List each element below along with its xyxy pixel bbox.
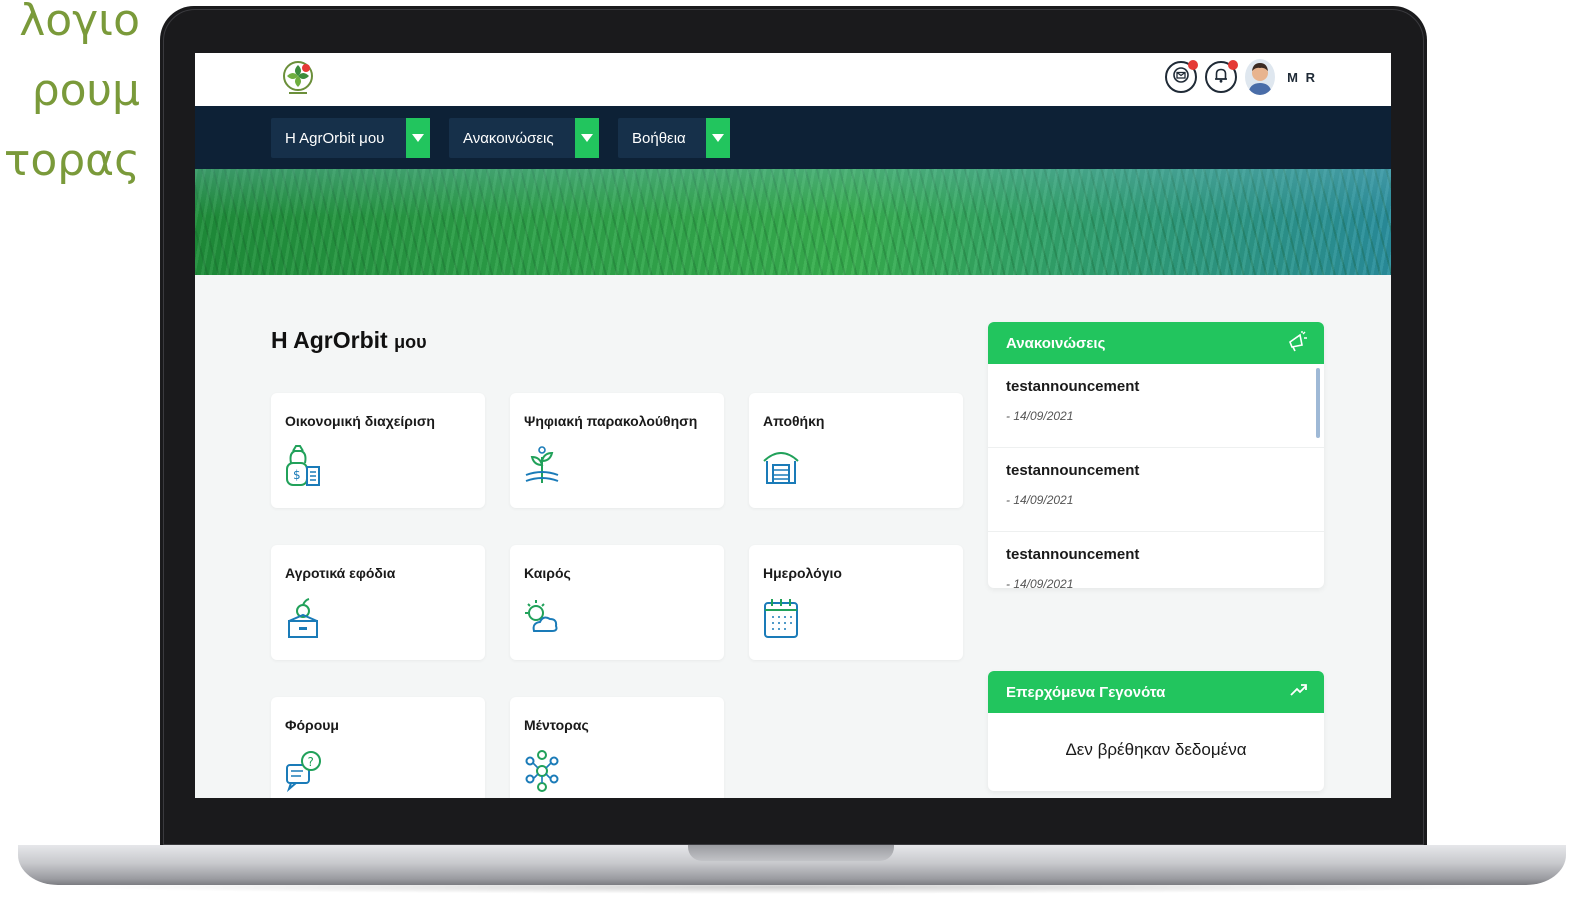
announcements-header: Ανακοινώσεις [988,322,1324,364]
notifications-badge [1228,60,1239,70]
megaphone-icon [1286,330,1308,356]
announcement-date: - 14/09/2021 [1006,493,1074,507]
tile-label: Μέντορας [524,717,589,733]
nav-help[interactable]: Βοήθεια [618,118,730,158]
user-avatar[interactable] [1245,59,1276,95]
announcement-title: testannouncement [1006,378,1140,395]
tile-label: Ημερολόγιο [763,565,842,581]
laptop-notch [688,845,894,861]
tile-calendar[interactable]: Ημερολόγιο [749,545,963,660]
user-initials[interactable]: M R [1287,70,1317,85]
weather-icon [522,595,562,641]
hero-banner [195,169,1391,275]
mail-icon [1172,66,1190,89]
tile-mentor[interactable]: Μέντορας [510,697,724,798]
tile-agricultural-supplies[interactable]: Αγροτικά εφόδια [271,545,485,660]
announcement-title: testannouncement [1006,546,1140,563]
side-text-line: λογιο [19,0,140,46]
plant-monitoring-icon [522,443,562,489]
announcement-item[interactable]: testannouncement - 14/09/2021 [988,364,1324,448]
laptop-screen: M R H AgrOrbit μου Ανακοινώσεις Βοήθεια … [195,53,1391,798]
money-bag-icon: $ [283,443,323,489]
supplies-box-icon [283,595,323,641]
announcements-scrollbar[interactable] [1316,368,1320,438]
svg-text:$: $ [293,468,301,482]
main-nav: H AgrOrbit μου Ανακοινώσεις Βοήθεια [195,106,1391,169]
tile-label: Αγροτικά εφόδια [285,565,396,581]
page-title: H AgrOrbit μου [271,327,427,354]
forum-icon: ? [283,747,323,793]
bell-icon [1212,66,1230,89]
tile-label: Ψηφιακή παρακολούθηση [524,413,698,429]
messages-badge [1188,60,1199,70]
side-text-line: ρουμ [31,65,140,116]
announcements-title[interactable]: Ανακοινώσεις [1006,335,1105,352]
chevron-down-icon [706,118,730,158]
tile-digital-monitoring[interactable]: Ψηφιακή παρακολούθηση [510,393,724,508]
tile-label: Καιρός [524,565,571,581]
chevron-down-icon [406,118,430,158]
events-header: Επερχόμενα Γεγονότα [988,671,1324,713]
top-right-tools: M R [1165,59,1317,95]
main-content: H AgrOrbit μου Οικονομική διαχείριση $ Ψ… [195,275,1391,798]
upcoming-events-panel: Επερχόμενα Γεγονότα Δεν βρέθηκαν δεδομέν… [988,671,1324,791]
tile-warehouse[interactable]: Αποθήκη [749,393,963,508]
announcement-item[interactable]: testannouncement - 14/09/2021 [988,532,1324,588]
agrorbit-logo[interactable] [281,59,315,97]
announcement-date: - 14/09/2021 [1006,409,1074,423]
chevron-down-icon [575,118,599,158]
tile-financial-management[interactable]: Οικονομική διαχείριση $ [271,393,485,508]
tile-label: Φόρουμ [285,717,339,733]
slide: λογιο ρουμ τορας M R H AgrOrbit μου Ανακ… [0,0,1578,905]
announcement-item[interactable]: testannouncement - 14/09/2021 [988,448,1324,532]
page-title-suffix: μου [394,332,427,352]
mentor-icon [522,747,562,793]
slide-side-text: λογιο ρουμ τορας [0,0,140,196]
side-text-line: τορας [3,135,140,186]
announcement-title: testannouncement [1006,462,1140,479]
events-empty-message: Δεν βρέθηκαν δεδομένα [1065,740,1247,759]
announcements-panel: Ανακοινώσεις testannouncement - 14/09/20… [988,322,1324,588]
nav-label: Ανακοινώσεις [463,129,554,147]
page-title-main: H AgrOrbit [271,327,388,353]
top-bar: M R [195,53,1391,106]
calendar-icon [761,595,801,641]
nav-label: Βοήθεια [632,129,686,147]
tile-label: Αποθήκη [763,413,825,429]
tile-forum[interactable]: Φόρουμ ? [271,697,485,798]
tile-label: Οικονομική διαχείριση [285,413,435,429]
nav-announcements[interactable]: Ανακοινώσεις [449,118,599,158]
warehouse-icon [761,443,801,489]
events-title[interactable]: Επερχόμενα Γεγονότα [1006,684,1165,701]
trend-arrow-icon [1290,683,1308,701]
messages-button[interactable] [1165,60,1199,93]
announcement-date: - 14/09/2021 [1006,577,1074,588]
nav-my-agrorbit[interactable]: H AgrOrbit μου [271,118,430,158]
svg-text:?: ? [308,755,314,769]
notifications-button[interactable] [1205,60,1239,93]
tile-weather[interactable]: Καιρός [510,545,724,660]
nav-label: H AgrOrbit μου [285,129,385,147]
